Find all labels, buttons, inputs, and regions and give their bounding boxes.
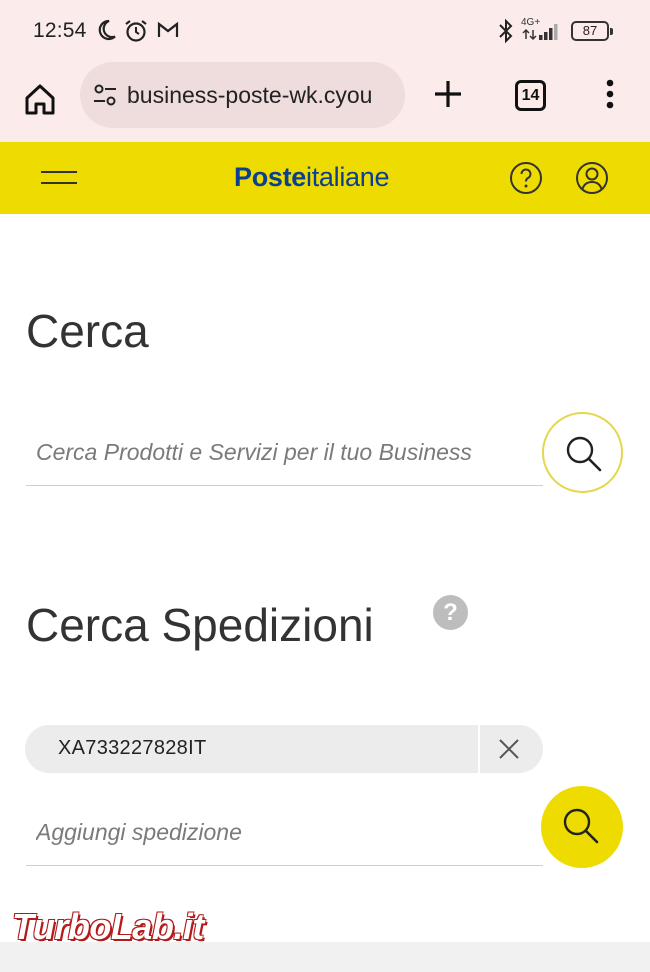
alarm-icon [125, 20, 147, 42]
status-bar: 12:54 4G+ 87 [0, 0, 650, 62]
user-icon[interactable] [574, 160, 610, 196]
add-shipment-input[interactable] [26, 800, 543, 866]
chip-divider [478, 725, 480, 773]
help-icon[interactable] [508, 160, 544, 196]
browser-toolbar: business-poste-wk.cyou 14 [0, 62, 650, 142]
site-header: Posteitaliane [0, 142, 650, 214]
hamburger-icon[interactable] [40, 167, 78, 189]
poste-logo[interactable]: Posteitaliane [234, 162, 390, 193]
gmail-icon [157, 21, 179, 37]
tracking-code: XA733227828IT [58, 737, 207, 759]
more-vert-icon[interactable] [595, 76, 625, 112]
shipment-search-button[interactable] [541, 786, 623, 868]
watermark: TurboLab.it [12, 906, 204, 947]
search-button[interactable] [542, 412, 623, 493]
home-icon[interactable] [20, 79, 60, 119]
logo-rest: italiane [306, 162, 390, 192]
tab-switcher-button[interactable]: 14 [515, 80, 546, 111]
battery-indicator: 87 [571, 21, 613, 41]
bluetooth-icon [499, 18, 513, 44]
site-settings-icon[interactable] [92, 82, 118, 108]
url-text[interactable]: business-poste-wk.cyou [127, 82, 397, 109]
signal-icon [522, 24, 558, 41]
search-heading: Cerca [26, 305, 149, 357]
search-icon [563, 808, 599, 844]
close-icon[interactable] [497, 737, 521, 761]
logo-bold: Poste [234, 162, 307, 192]
plus-icon[interactable] [430, 76, 466, 112]
moon-icon [98, 19, 116, 41]
shipments-heading: Cerca Spedizioni [26, 599, 374, 651]
tracking-chip: XA733227828IT [25, 725, 543, 773]
search-input[interactable] [26, 420, 543, 486]
address-bar[interactable]: business-poste-wk.cyou [80, 62, 405, 128]
search-icon [566, 436, 602, 472]
shipments-help-button[interactable]: ? [433, 595, 468, 630]
status-time: 12:54 [33, 19, 87, 42]
